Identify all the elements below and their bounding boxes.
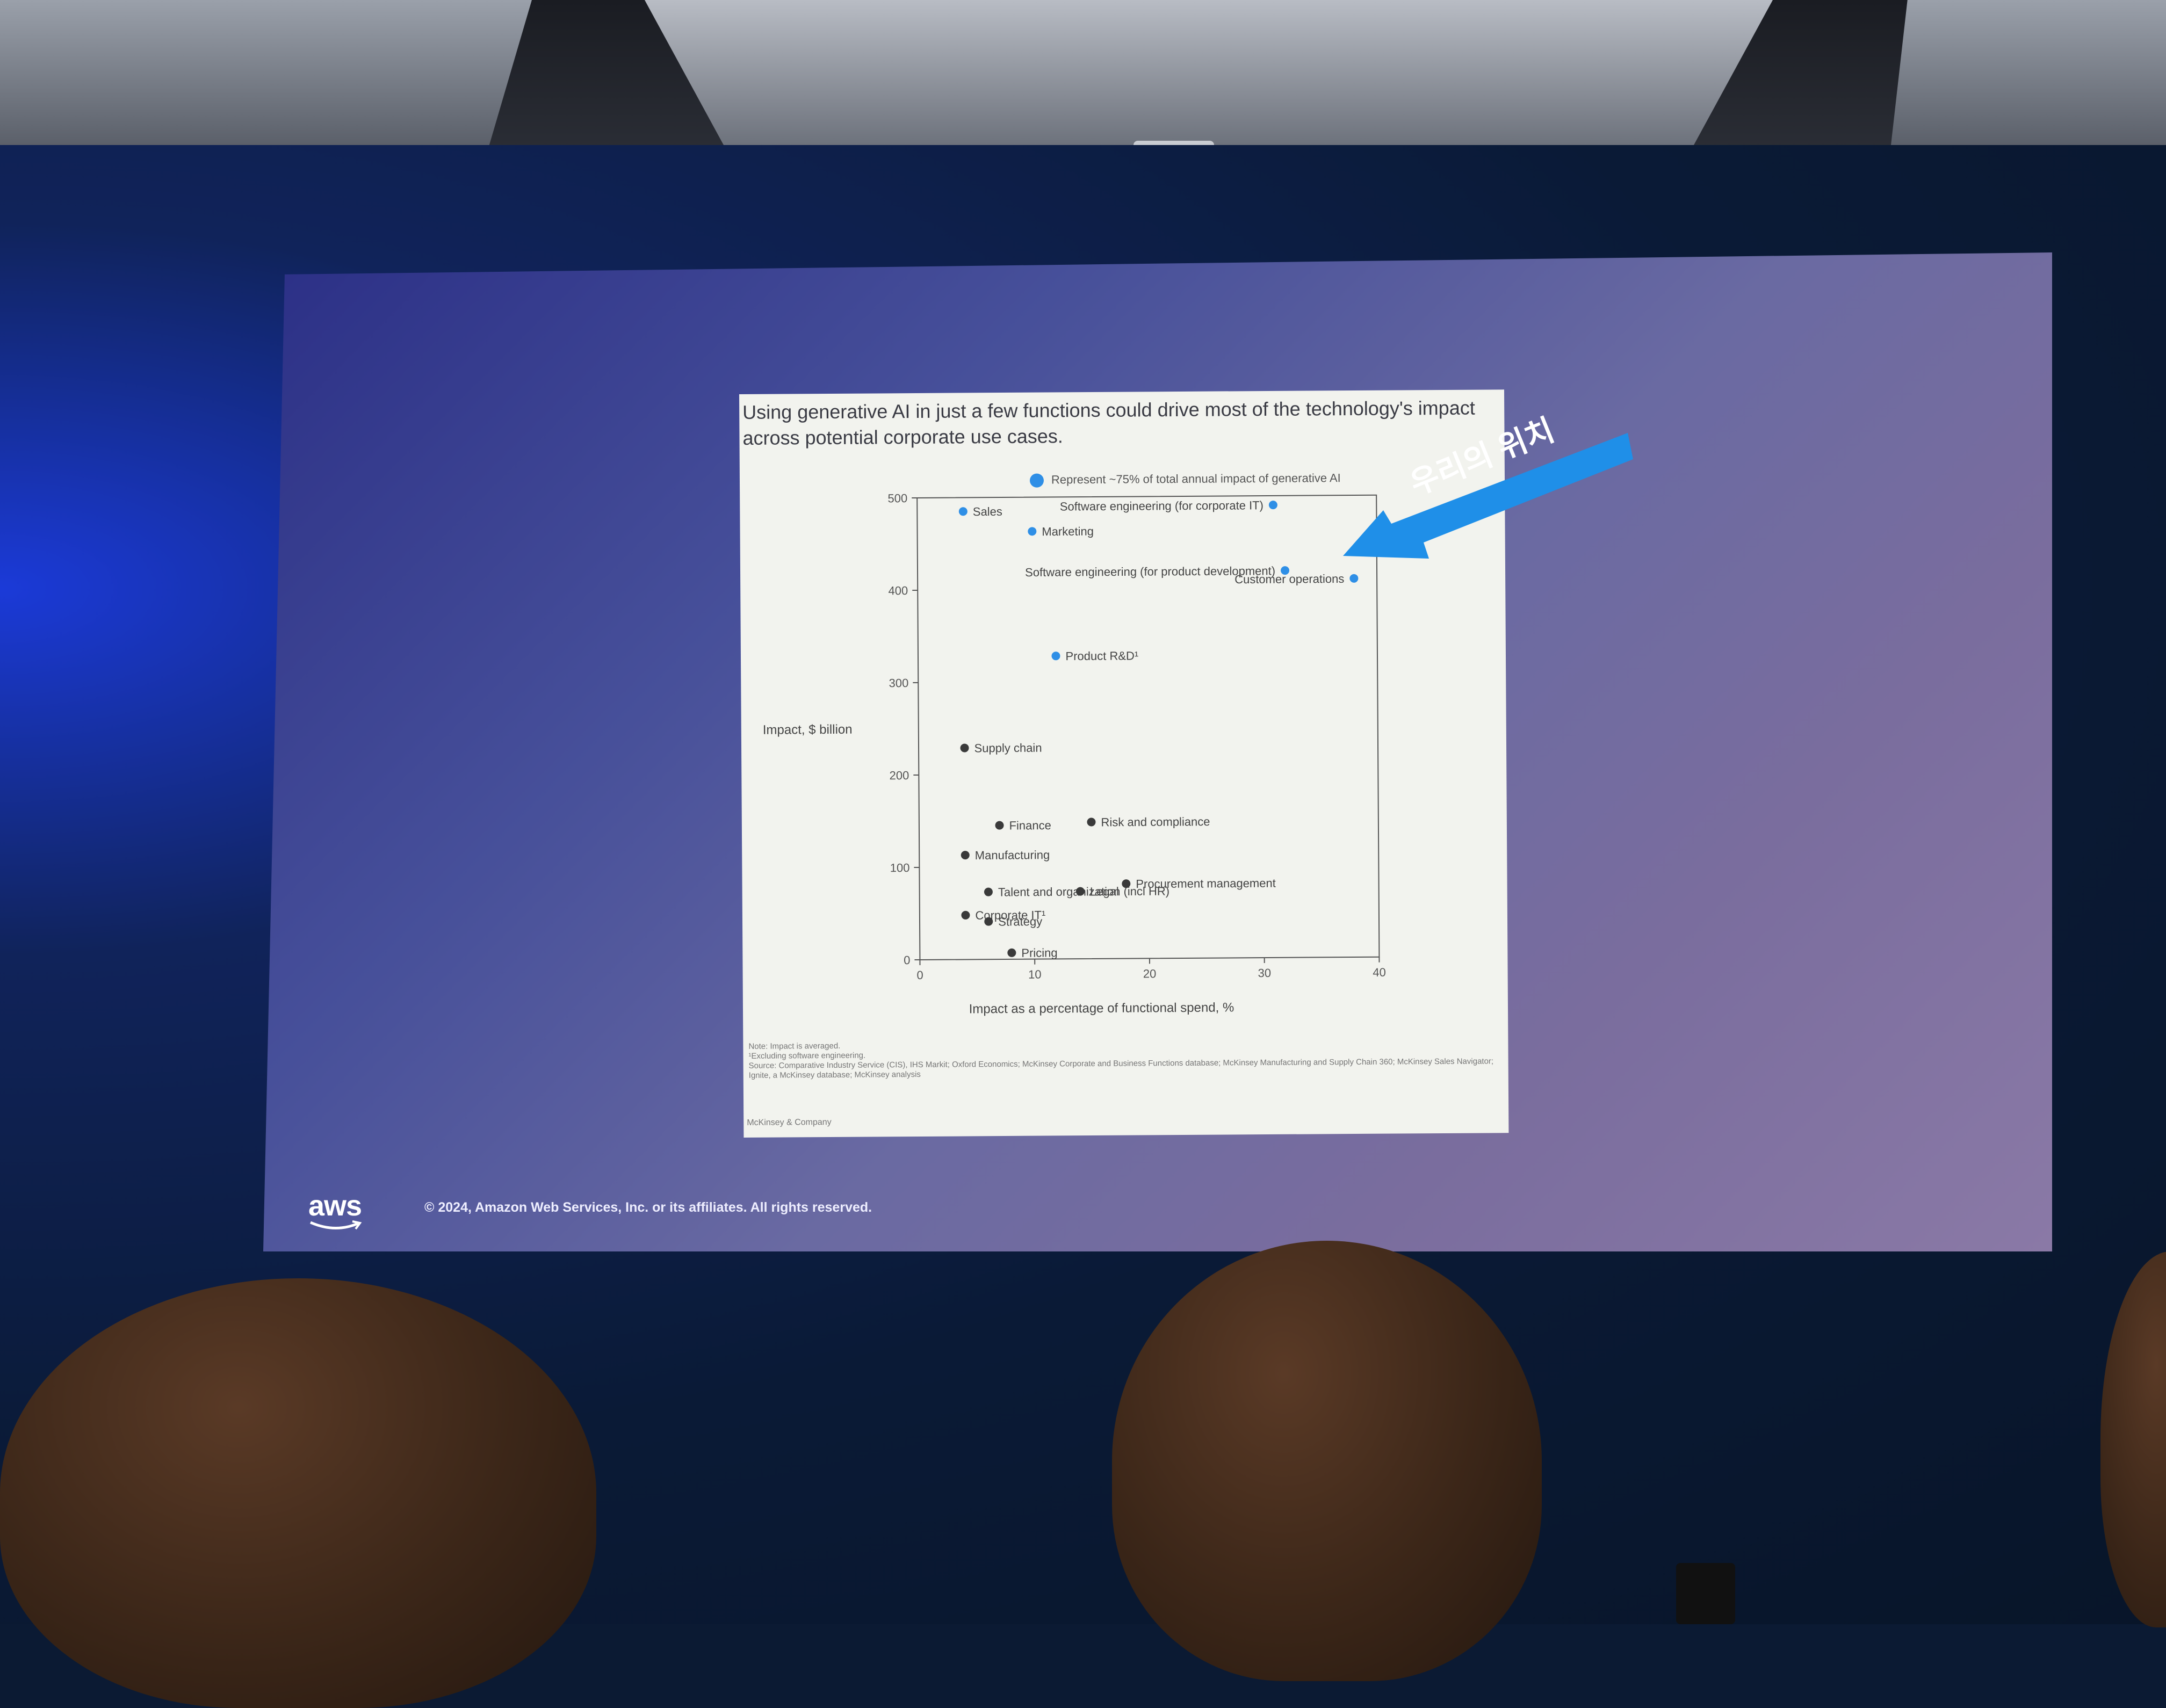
y-tick-label: 100 xyxy=(890,861,910,874)
data-point xyxy=(959,507,968,516)
data-point xyxy=(1007,949,1016,957)
y-tick-label: 200 xyxy=(890,769,909,782)
aws-logo: aws xyxy=(308,1189,362,1222)
ceiling xyxy=(0,0,2166,156)
data-point xyxy=(1028,527,1036,535)
x-tick-label: 10 xyxy=(1028,968,1042,981)
data-point xyxy=(1269,501,1277,509)
y-tick-label: 400 xyxy=(888,584,908,597)
ceiling-panel xyxy=(0,0,532,145)
chart-slide: Using generative AI in just a few functi… xyxy=(739,389,1508,1138)
chair xyxy=(1676,1563,1735,1624)
ceiling-panel xyxy=(1891,0,2166,145)
y-tick-label: 500 xyxy=(887,491,907,505)
y-tick-label: 300 xyxy=(889,676,908,690)
ceiling-panel xyxy=(645,0,1773,145)
y-axis-label: Impact, $ billion xyxy=(763,722,853,737)
data-point xyxy=(1051,652,1060,660)
audience-head xyxy=(0,1278,596,1708)
copyright-text: © 2024, Amazon Web Services, Inc. or its… xyxy=(424,1200,872,1215)
data-point-label: Marketing xyxy=(1042,525,1094,539)
data-point xyxy=(961,851,970,859)
data-point xyxy=(1076,887,1085,896)
data-point-label: Risk and compliance xyxy=(1101,815,1210,829)
data-point xyxy=(961,911,970,920)
data-point-label: Software engineering (for corporate IT) xyxy=(1060,498,1264,513)
x-tick-label: 30 xyxy=(1258,966,1272,980)
audience-head xyxy=(1112,1241,1542,1681)
data-point xyxy=(1087,817,1095,826)
data-point xyxy=(984,888,993,896)
data-point-label: Sales xyxy=(973,505,1002,518)
chart-notes: Note: Impact is averaged. ¹Excluding sof… xyxy=(748,1037,1500,1081)
data-point-label: Pricing xyxy=(1021,946,1057,959)
data-point-label: Legal xyxy=(1090,885,1119,898)
data-point-label: Customer operations xyxy=(1234,572,1344,586)
data-point xyxy=(960,744,969,752)
data-point xyxy=(995,821,1003,830)
data-point-label: Finance xyxy=(1009,819,1051,832)
data-point-label: Product R&D¹ xyxy=(1065,649,1138,663)
x-tick-label: 0 xyxy=(916,968,923,982)
scatter-chart: 0102030400100200300400500Impact as a per… xyxy=(739,389,1508,1138)
y-tick-label: 0 xyxy=(904,953,910,967)
brand-label: McKinsey & Company xyxy=(747,1118,831,1128)
data-point-label: Procurement management xyxy=(1136,877,1276,891)
x-axis-label: Impact as a percentage of functional spe… xyxy=(969,1000,1234,1016)
data-point xyxy=(1122,879,1130,888)
data-point-label: Strategy xyxy=(998,915,1042,929)
data-point xyxy=(984,917,993,926)
x-tick-label: 20 xyxy=(1143,967,1157,980)
x-tick-label: 40 xyxy=(1373,966,1386,979)
data-point-label: Supply chain xyxy=(974,741,1042,755)
data-point xyxy=(1349,574,1358,583)
aws-smile-icon xyxy=(308,1219,362,1232)
data-point-label: Manufacturing xyxy=(975,848,1050,862)
